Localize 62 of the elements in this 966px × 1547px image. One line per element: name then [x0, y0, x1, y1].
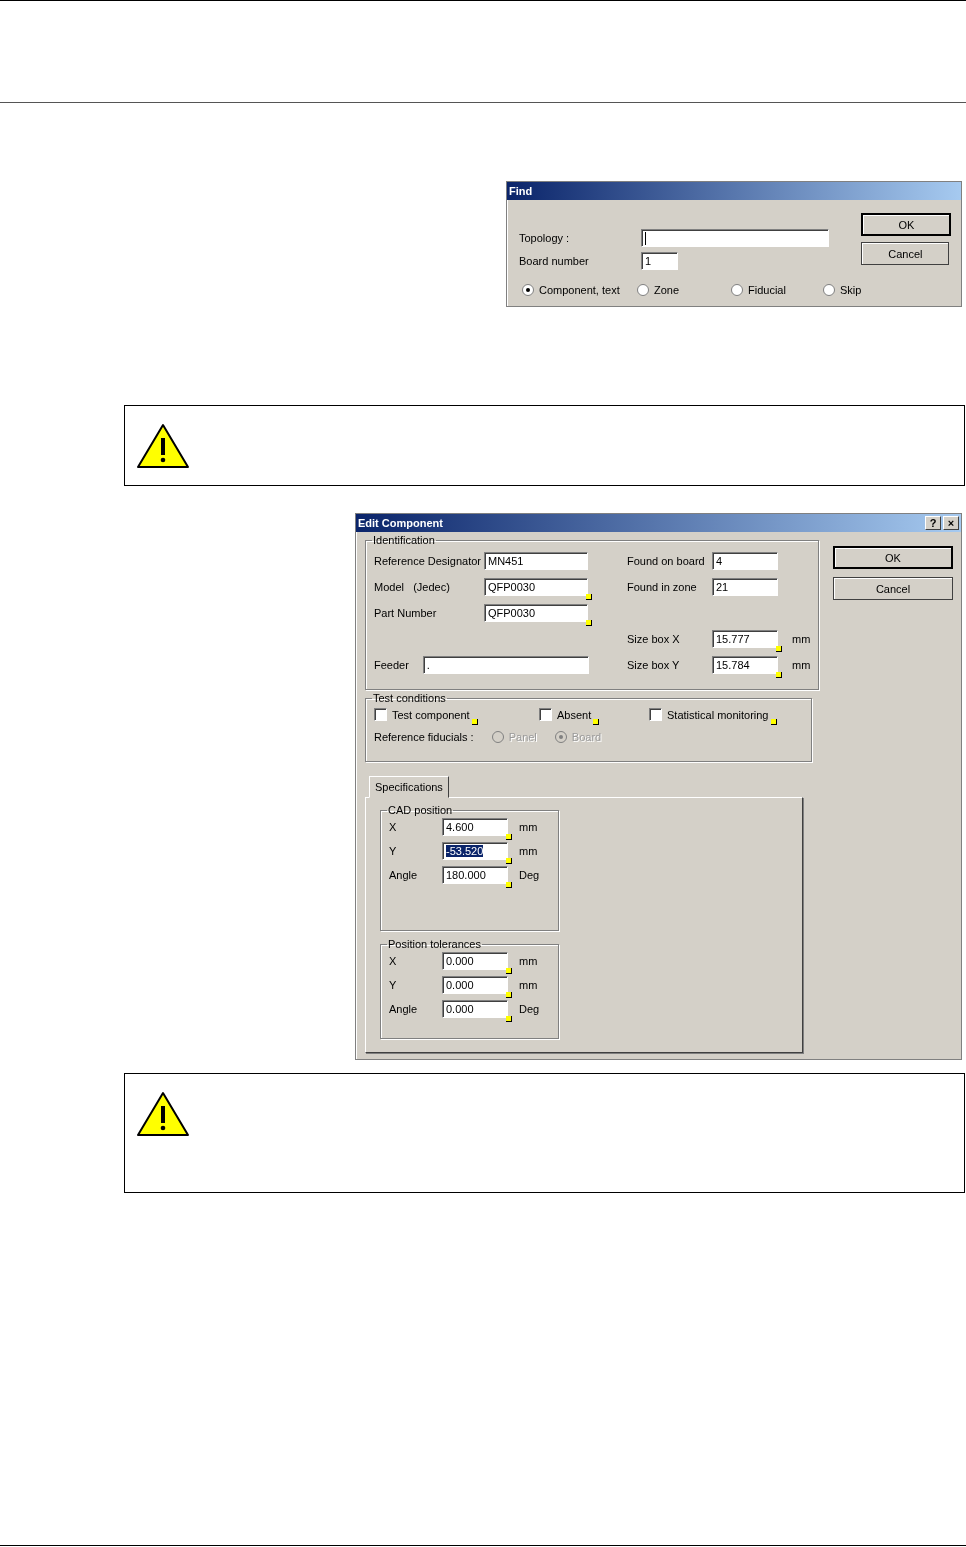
checkbox-label: Absent — [557, 708, 592, 721]
unit-label: mm — [519, 845, 539, 857]
cancel-button[interactable]: Cancel — [861, 242, 950, 265]
ok-button[interactable]: OK — [833, 546, 953, 569]
field-label: Part Number — [374, 607, 438, 619]
cancel-button[interactable]: Cancel — [833, 577, 953, 600]
input-field[interactable]: . — [422, 656, 589, 674]
radio-label: Component, text — [539, 284, 620, 296]
group-title: CAD position — [387, 804, 454, 816]
radio-label: Board — [571, 731, 602, 743]
dialog-title: Find — [509, 185, 533, 197]
ok-button[interactable]: OK — [861, 213, 952, 236]
field-label: Size box X — [627, 633, 681, 645]
field-label: Y — [389, 979, 398, 991]
warning-icon — [136, 1091, 190, 1137]
checkbox-label: Statistical monitoring — [667, 708, 769, 721]
input-field[interactable]: 1 — [641, 251, 678, 270]
close-button[interactable]: × — [943, 516, 959, 530]
unit-label: Deg — [519, 1003, 541, 1015]
field-label: X — [389, 821, 398, 833]
dialog-title: Edit Component — [358, 517, 443, 529]
radio-button[interactable] — [522, 284, 534, 296]
radio-label: Zone — [654, 284, 680, 296]
help-button[interactable]: ? — [925, 516, 941, 530]
unit-label: mm — [792, 633, 811, 645]
field-label: Reference fiducials : — [374, 731, 474, 743]
unit-label: mm — [519, 821, 539, 833]
field-label: Size box Y — [627, 659, 681, 671]
radio-button[interactable] — [731, 284, 743, 296]
group-title: Position tolerances — [387, 938, 482, 950]
field-label: X — [389, 955, 398, 967]
unit-label: mm — [519, 979, 539, 991]
field-label: Found in zone — [627, 581, 698, 593]
checkbox[interactable] — [539, 708, 552, 721]
field-label: Angle — [389, 869, 419, 881]
radio-button[interactable] — [823, 284, 835, 296]
radio-label: Panel — [508, 731, 537, 743]
field-label: Board number — [519, 254, 590, 267]
input-field[interactable]: MN451 — [484, 552, 588, 570]
field-label: Y — [389, 845, 398, 857]
radio-button[interactable] — [637, 284, 649, 296]
group-title: Identification — [372, 534, 436, 546]
unit-label: Deg — [519, 869, 541, 881]
field-label: Model (Jedec) — [374, 581, 451, 593]
radio-label: Skip — [840, 284, 862, 296]
checkbox-label: Test component — [392, 708, 470, 721]
checkbox[interactable] — [374, 708, 387, 721]
checkbox[interactable] — [649, 708, 662, 721]
field-label: Feeder — [374, 659, 409, 671]
input-field[interactable] — [641, 228, 829, 247]
warning-icon — [136, 423, 190, 469]
field-label: Reference Designator — [374, 555, 482, 567]
group-title: Test conditions — [372, 692, 447, 704]
field-label: Angle — [389, 1003, 419, 1015]
radio-label: Fiducial — [748, 284, 786, 296]
field-label: Found on board — [627, 555, 706, 567]
input-field[interactable]: 4 — [712, 552, 778, 570]
tab[interactable]: Specifications — [369, 776, 449, 798]
field-label: Topology : — [519, 231, 571, 244]
input-field[interactable]: 21 — [712, 578, 778, 596]
unit-label: mm — [519, 955, 539, 967]
unit-label: mm — [792, 659, 811, 671]
